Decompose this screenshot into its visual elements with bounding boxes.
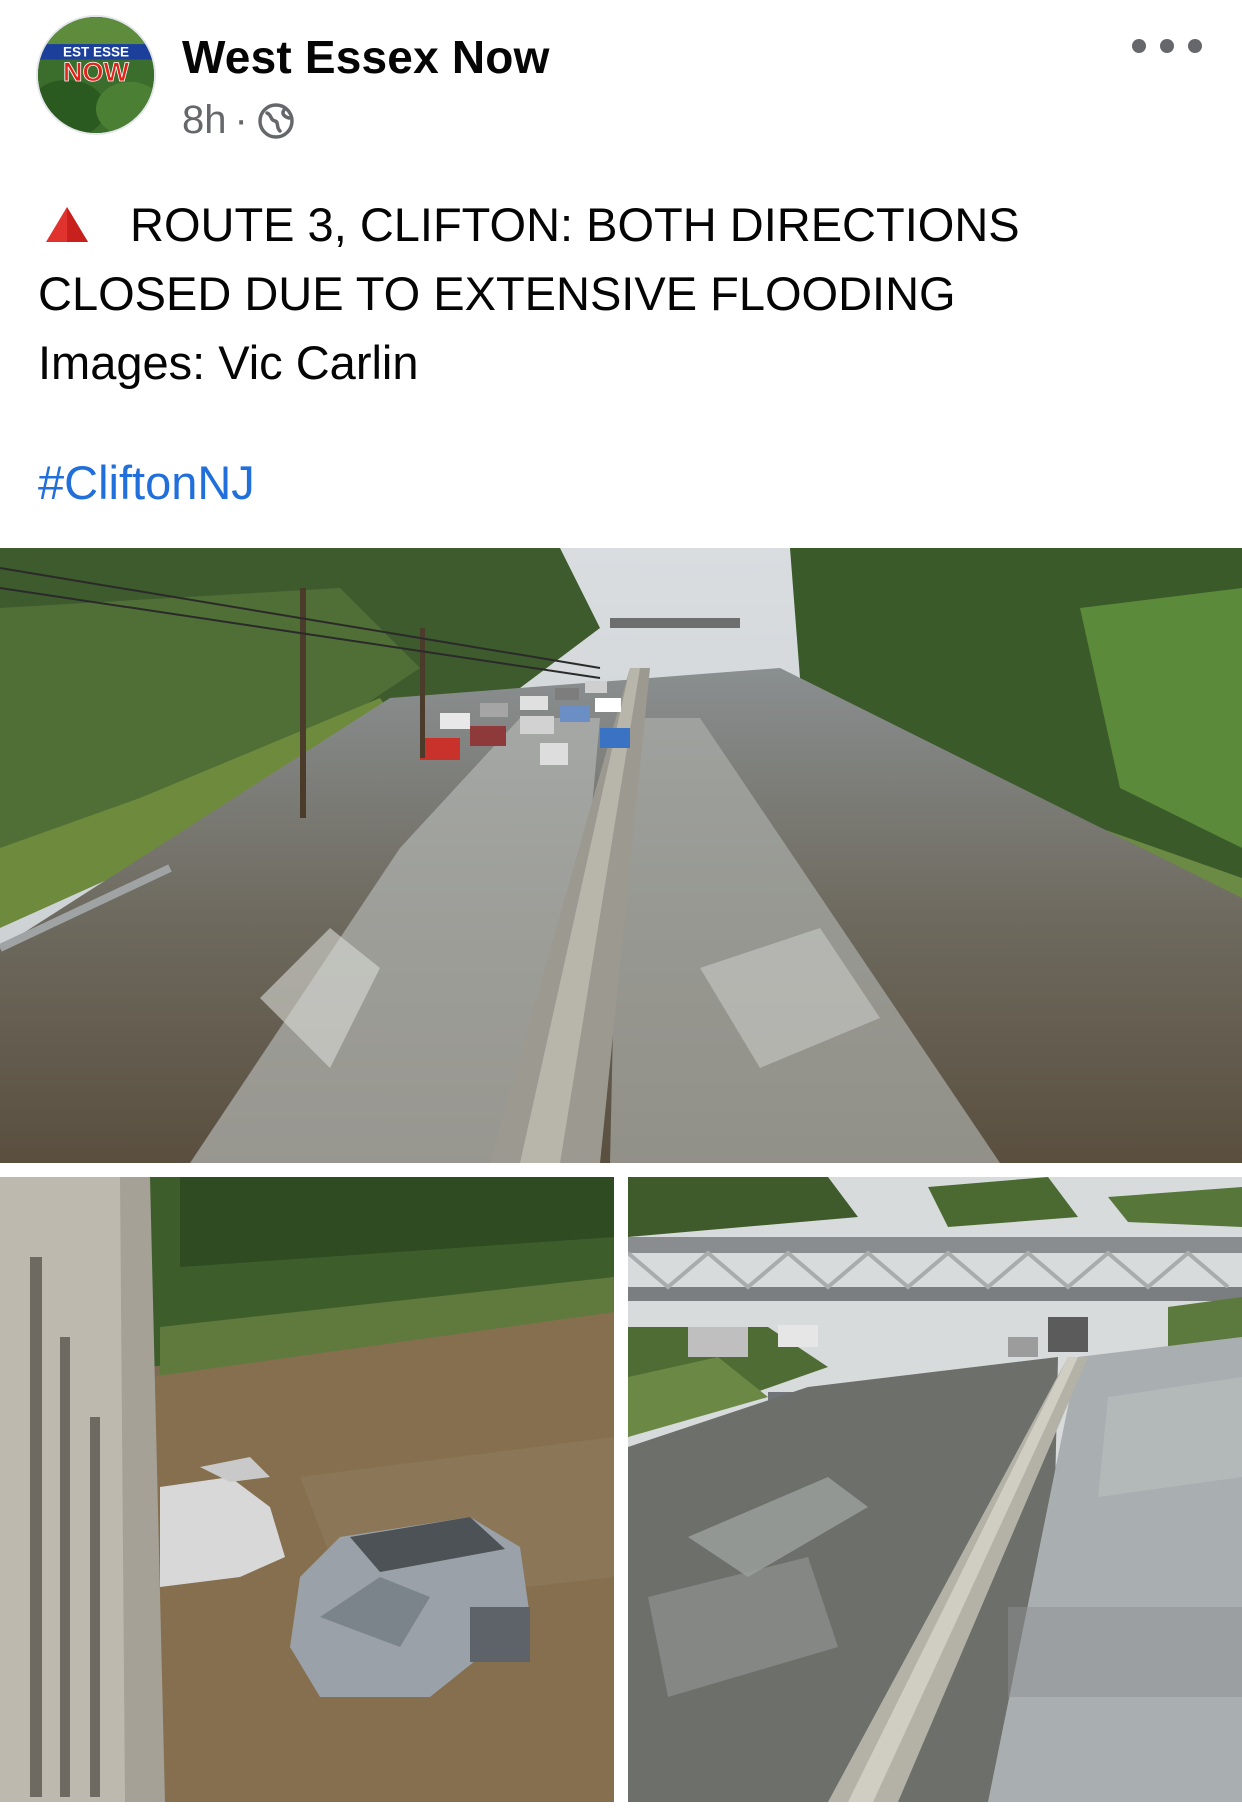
more-dot (1160, 39, 1174, 53)
photo-submerged-cars[interactable] (0, 1177, 614, 1802)
post-header: EST ESSE NOW West Essex Now 8h · (0, 0, 1242, 160)
post-text-line: ROUTE 3, CLIFTON: BOTH DIRECTIONS (38, 190, 1208, 259)
red-triangle-icon (46, 207, 88, 242)
more-options-icon[interactable] (1132, 28, 1202, 64)
photo-flooded-highway[interactable] (0, 548, 1242, 1163)
avatar-logo: EST ESSE NOW (38, 17, 154, 133)
flooded-highway-footbridge-image (628, 1177, 1242, 1802)
more-dot (1132, 39, 1146, 53)
flooded-highway-image (0, 548, 1242, 1163)
page-avatar[interactable]: EST ESSE NOW (36, 15, 156, 135)
post-text-line-1: ROUTE 3, CLIFTON: BOTH DIRECTIONS (130, 198, 1020, 251)
submerged-cars-image (0, 1177, 614, 1802)
svg-text:NOW: NOW (63, 57, 130, 87)
post-body: ROUTE 3, CLIFTON: BOTH DIRECTIONS CLOSED… (38, 190, 1208, 397)
more-dot (1188, 39, 1202, 53)
globe-icon (258, 102, 294, 139)
hashtag-link[interactable]: #CliftonNJ (38, 455, 255, 510)
post-time[interactable]: 8h (182, 98, 227, 143)
post-text-line-2: CLOSED DUE TO EXTENSIVE FLOODING (38, 267, 956, 320)
post-meta: 8h · (182, 98, 296, 143)
author-name[interactable]: West Essex Now (182, 30, 550, 84)
photo-flooded-highway-footbridge[interactable] (628, 1177, 1242, 1802)
meta-separator: · (234, 98, 248, 142)
post-text-line-3: Images: Vic Carlin (38, 336, 419, 389)
